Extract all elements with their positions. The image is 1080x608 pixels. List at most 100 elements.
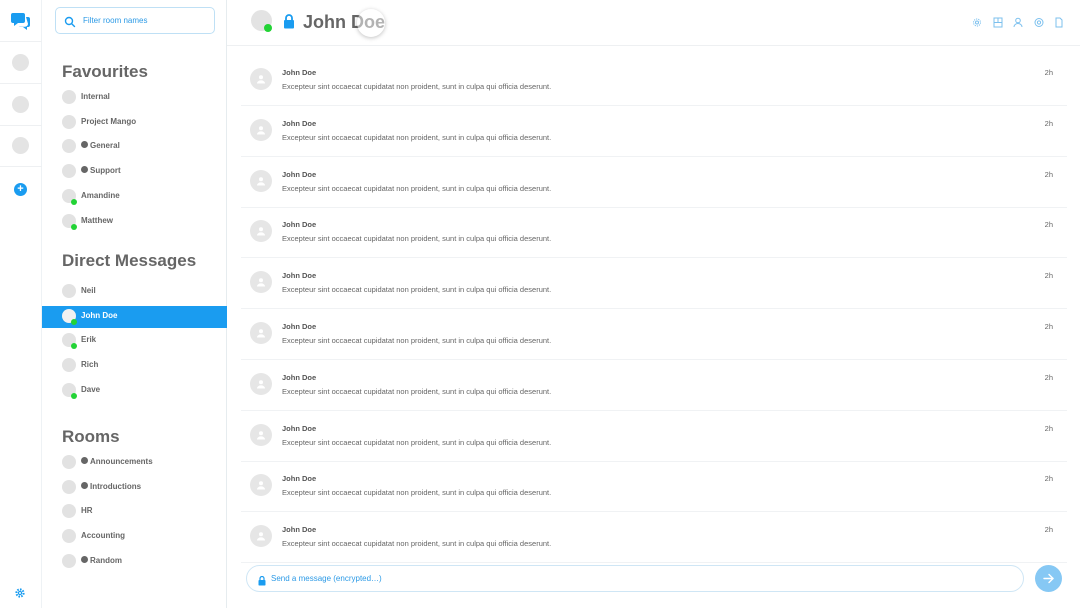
message-item[interactable]: John Doe Excepteur sint occaecat cupidata… <box>241 310 1067 360</box>
room-item[interactable]: Support <box>42 161 227 183</box>
sender-name[interactable]: John Doe <box>282 170 316 179</box>
sender-avatar[interactable] <box>250 474 272 497</box>
room-item[interactable]: Dave <box>42 380 227 402</box>
message-composer[interactable]: Send a message (encrypted…) <box>246 565 1024 592</box>
message-timestamp: 2h <box>1044 271 1053 281</box>
space-avatar[interactable] <box>12 54 29 71</box>
user-icon[interactable] <box>1013 15 1023 28</box>
message-item[interactable]: John Doe Excepteur sint occaecat cupidata… <box>241 412 1067 462</box>
rail-divider <box>0 41 42 42</box>
sender-name[interactable]: John Doe <box>282 119 316 128</box>
message-item[interactable]: John Doe Excepteur sint occaecat cupidata… <box>241 462 1067 513</box>
online-status-dot <box>71 392 77 399</box>
user-icon <box>257 329 265 338</box>
room-header: John Doe <box>227 0 1080 46</box>
online-status-dot <box>71 343 77 350</box>
sender-avatar[interactable] <box>250 322 272 344</box>
message-timestamp: 2h <box>1044 220 1053 230</box>
space-avatar[interactable] <box>12 96 29 113</box>
room-item[interactable]: Accounting <box>42 526 227 548</box>
online-status-dot <box>71 318 77 325</box>
room-name: Support <box>90 166 121 176</box>
sender-name[interactable]: John Doe <box>282 68 316 77</box>
message-timestamp: 2h <box>1044 525 1053 535</box>
room-item[interactable]: HR <box>42 501 227 523</box>
sender-name[interactable]: John Doe <box>282 474 316 483</box>
message-timeline[interactable]: John Doe Excepteur sint occaecat cupidata… <box>227 46 1080 564</box>
online-status-dot <box>264 24 272 32</box>
room-item[interactable]: Project Mango <box>42 112 227 134</box>
message-body: Excepteur sint occaecat cupidatat non pr… <box>282 539 552 549</box>
room-label: Support <box>81 166 121 175</box>
settings-icon[interactable] <box>972 15 982 27</box>
pointer-cursor <box>357 9 385 37</box>
rooms-heading: Rooms <box>62 427 120 446</box>
room-item[interactable]: Matthew <box>42 211 227 233</box>
sender-avatar[interactable] <box>250 68 272 90</box>
room-name: Rich <box>81 360 99 370</box>
sender-avatar[interactable] <box>250 271 272 294</box>
room-name: Neil <box>81 286 96 295</box>
mention-icon[interactable] <box>1034 15 1044 27</box>
sender-name[interactable]: John Doe <box>282 424 316 433</box>
add-space-button[interactable]: + <box>14 183 27 196</box>
room-item[interactable]: Neil <box>42 281 227 303</box>
room-item[interactable]: Internal <box>42 87 227 109</box>
globe-icon <box>81 166 88 174</box>
globe-icon <box>81 481 88 489</box>
message-timestamp: 2h <box>1044 68 1053 77</box>
message-item[interactable]: John Doe Excepteur sint occaecat cupidata… <box>241 56 1067 106</box>
sender-name[interactable]: John Doe <box>282 373 316 382</box>
room-item[interactable]: Random <box>42 551 227 573</box>
room-item[interactable]: John Doe <box>42 305 227 328</box>
room-item[interactable]: Erik <box>42 330 227 352</box>
sender-avatar[interactable] <box>250 220 272 243</box>
message-item[interactable]: John Doe Excepteur sint occaecat cupidata… <box>241 107 1067 157</box>
sender-avatar[interactable] <box>250 372 272 395</box>
room-item[interactable]: General <box>42 136 227 158</box>
sender-avatar[interactable] <box>250 423 272 446</box>
room-avatar <box>62 529 76 544</box>
room-label: Neil <box>81 286 96 295</box>
message-body: Excepteur sint occaecat cupidatat non pr… <box>282 183 552 193</box>
room-label: HR <box>81 506 93 515</box>
room-directory-icon[interactable] <box>993 15 1003 28</box>
room-avatar <box>62 358 76 373</box>
sender-avatar[interactable] <box>250 169 272 192</box>
message-timestamp: 2h <box>1044 118 1053 128</box>
message-body: Excepteur sint occaecat cupidatat non pr… <box>282 285 552 295</box>
message-item[interactable]: John Doe Excepteur sint occaecat cupidata… <box>241 259 1067 310</box>
globe-icon <box>81 141 88 149</box>
sender-name[interactable]: John Doe <box>282 220 316 229</box>
room-avatar <box>62 114 76 129</box>
room-label: Matthew <box>81 216 113 225</box>
user-icon <box>257 75 265 84</box>
space-avatar[interactable] <box>12 137 29 154</box>
message-item[interactable]: John Doe Excepteur sint occaecat cupidata… <box>241 208 1067 259</box>
files-icon[interactable] <box>1054 15 1064 28</box>
room-filter-search[interactable]: Filter room names <box>55 7 215 34</box>
message-item[interactable]: John Doe Excepteur sint occaecat cupidata… <box>241 513 1067 564</box>
room-label: Introductions <box>81 481 141 491</box>
sender-name[interactable]: John Doe <box>282 271 316 280</box>
room-item[interactable]: Announcements <box>42 452 227 474</box>
sender-avatar[interactable] <box>250 118 272 141</box>
message-item[interactable]: John Doe Excepteur sint occaecat cupidata… <box>241 361 1067 411</box>
room-label: Dave <box>81 385 100 394</box>
room-name: Announcements <box>90 457 153 466</box>
user-icon <box>257 227 265 236</box>
sender-name[interactable]: John Doe <box>282 525 316 534</box>
chat-logo-icon[interactable] <box>11 12 31 30</box>
sender-name[interactable]: John Doe <box>282 322 316 331</box>
room-item[interactable]: Rich <box>42 355 227 377</box>
settings-gear-icon[interactable] <box>14 586 26 598</box>
room-item[interactable]: Introductions <box>42 477 227 499</box>
sender-avatar[interactable] <box>250 525 272 548</box>
search-placeholder: Filter room names <box>83 16 148 25</box>
room-item[interactable]: Amandine <box>42 186 227 208</box>
user-icon <box>257 126 265 135</box>
send-button[interactable] <box>1035 565 1062 592</box>
message-item[interactable]: John Doe Excepteur sint occaecat cupidata… <box>241 158 1067 208</box>
online-status-dot <box>71 223 77 230</box>
room-label: Announcements <box>81 457 153 466</box>
